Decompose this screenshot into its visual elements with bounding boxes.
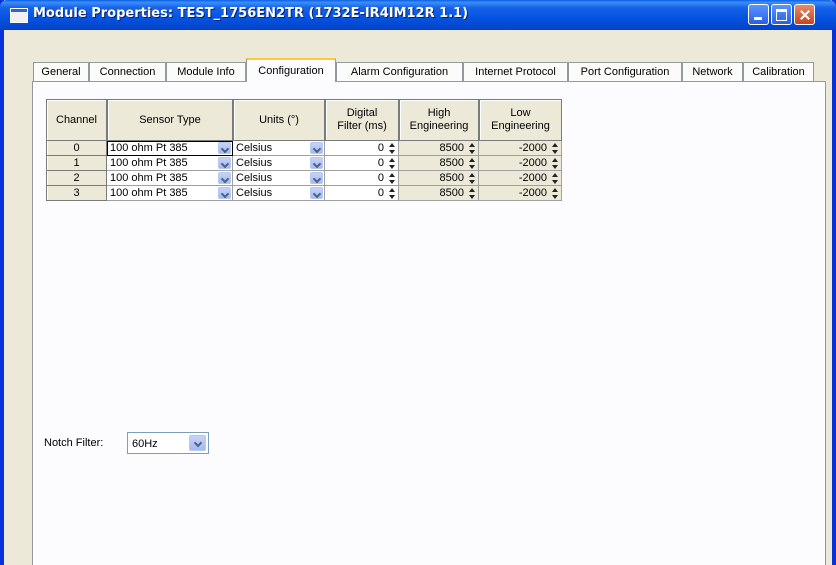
channel-cell: 0 bbox=[46, 141, 107, 156]
chevron-down-icon[interactable] bbox=[218, 172, 231, 184]
low-engineering-stepper[interactable]: -2000 bbox=[479, 171, 562, 186]
digital-filter-stepper[interactable]: 0 bbox=[325, 186, 399, 201]
header-units: Units (°) bbox=[233, 99, 325, 141]
header-sensor-type: Sensor Type bbox=[107, 99, 233, 141]
chevron-down-icon[interactable] bbox=[310, 172, 323, 184]
tab-calibration[interactable]: Calibration bbox=[743, 62, 814, 81]
chevron-down-icon[interactable] bbox=[218, 142, 231, 154]
spin-up-icon[interactable] bbox=[387, 142, 397, 148]
tab-connection[interactable]: Connection bbox=[89, 62, 166, 81]
tab-alarm-configuration[interactable]: Alarm Configuration bbox=[336, 62, 463, 81]
spinner-icon[interactable] bbox=[387, 157, 397, 170]
table-row: 3 100 ohm Pt 385 Celsius 0 8500 -2000 bbox=[46, 186, 562, 201]
window-title: Module Properties: TEST_1756EN2TR (1732E… bbox=[33, 6, 469, 21]
spin-down-icon[interactable] bbox=[550, 179, 560, 185]
spin-up-icon[interactable] bbox=[550, 142, 560, 148]
spinner-icon[interactable] bbox=[387, 172, 397, 185]
chevron-down-icon[interactable] bbox=[218, 187, 231, 199]
units-dropdown[interactable]: Celsius bbox=[233, 141, 325, 156]
spinner-icon[interactable] bbox=[550, 187, 560, 200]
tab-internet-protocol[interactable]: Internet Protocol bbox=[463, 62, 568, 81]
spin-down-icon[interactable] bbox=[387, 194, 397, 200]
spinner-icon[interactable] bbox=[467, 172, 477, 185]
sensor-type-dropdown[interactable]: 100 ohm Pt 385 bbox=[107, 156, 233, 171]
channel-cell: 2 bbox=[46, 171, 107, 186]
channel-cell: 3 bbox=[46, 186, 107, 201]
high-engineering-stepper[interactable]: 8500 bbox=[399, 171, 479, 186]
high-engineering-stepper[interactable]: 8500 bbox=[399, 156, 479, 171]
sensor-type-dropdown[interactable]: 100 ohm Pt 385 bbox=[107, 186, 233, 201]
close-button[interactable] bbox=[794, 4, 815, 25]
spin-down-icon[interactable] bbox=[550, 194, 560, 200]
tab-port-configuration[interactable]: Port Configuration bbox=[568, 62, 682, 81]
maximize-button[interactable] bbox=[771, 4, 792, 25]
digital-filter-stepper[interactable]: 0 bbox=[325, 171, 399, 186]
spinner-icon[interactable] bbox=[467, 142, 477, 155]
chevron-down-icon[interactable] bbox=[310, 157, 323, 169]
spin-up-icon[interactable] bbox=[467, 157, 477, 163]
spinner-icon[interactable] bbox=[387, 142, 397, 155]
notch-filter-label: Notch Filter: bbox=[44, 437, 104, 449]
spin-up-icon[interactable] bbox=[387, 157, 397, 163]
spin-down-icon[interactable] bbox=[467, 164, 477, 170]
chevron-down-icon[interactable] bbox=[189, 435, 206, 451]
tab-general[interactable]: General bbox=[33, 62, 89, 81]
spin-down-icon[interactable] bbox=[550, 149, 560, 155]
spin-up-icon[interactable] bbox=[467, 142, 477, 148]
tab-configuration[interactable]: Configuration bbox=[246, 58, 336, 82]
spin-up-icon[interactable] bbox=[550, 187, 560, 193]
spin-down-icon[interactable] bbox=[467, 194, 477, 200]
header-high-engineering: High Engineering bbox=[399, 99, 479, 141]
spin-down-icon[interactable] bbox=[467, 179, 477, 185]
chevron-down-icon[interactable] bbox=[310, 142, 323, 154]
spin-up-icon[interactable] bbox=[387, 187, 397, 193]
chevron-down-icon[interactable] bbox=[218, 157, 231, 169]
sensor-type-dropdown[interactable]: 100 ohm Pt 385 bbox=[107, 141, 233, 156]
table-row: 1 100 ohm Pt 385 Celsius 0 8500 -2000 bbox=[46, 156, 562, 171]
minimize-button[interactable] bbox=[748, 4, 769, 25]
header-digital-filter: Digital Filter (ms) bbox=[325, 99, 399, 141]
table-row: 2 100 ohm Pt 385 Celsius 0 8500 -2000 bbox=[46, 171, 562, 186]
units-dropdown[interactable]: Celsius bbox=[233, 156, 325, 171]
spinner-icon[interactable] bbox=[387, 187, 397, 200]
header-low-engineering: Low Engineering bbox=[479, 99, 562, 141]
sensor-type-dropdown[interactable]: 100 ohm Pt 385 bbox=[107, 171, 233, 186]
spin-down-icon[interactable] bbox=[387, 149, 397, 155]
header-channel: Channel bbox=[46, 99, 107, 141]
spin-up-icon[interactable] bbox=[467, 187, 477, 193]
spinner-icon[interactable] bbox=[467, 157, 477, 170]
spinner-icon[interactable] bbox=[550, 157, 560, 170]
chevron-down-icon[interactable] bbox=[310, 187, 323, 199]
spin-up-icon[interactable] bbox=[550, 157, 560, 163]
low-engineering-stepper[interactable]: -2000 bbox=[479, 186, 562, 201]
title-bar[interactable]: Module Properties: TEST_1756EN2TR (1732E… bbox=[0, 0, 836, 30]
high-engineering-stepper[interactable]: 8500 bbox=[399, 186, 479, 201]
digital-filter-stepper[interactable]: 0 bbox=[325, 141, 399, 156]
window-icon bbox=[10, 8, 28, 23]
high-engineering-stepper[interactable]: 8500 bbox=[399, 141, 479, 156]
low-engineering-stepper[interactable]: -2000 bbox=[479, 141, 562, 156]
notch-filter-dropdown[interactable]: 60Hz bbox=[127, 432, 209, 454]
spinner-icon[interactable] bbox=[550, 142, 560, 155]
spin-down-icon[interactable] bbox=[467, 149, 477, 155]
spin-down-icon[interactable] bbox=[387, 179, 397, 185]
spinner-icon[interactable] bbox=[467, 187, 477, 200]
notch-filter-value: 60Hz bbox=[132, 438, 158, 450]
units-dropdown[interactable]: Celsius bbox=[233, 186, 325, 201]
spinner-icon[interactable] bbox=[550, 172, 560, 185]
spin-up-icon[interactable] bbox=[467, 172, 477, 178]
low-engineering-stepper[interactable]: -2000 bbox=[479, 156, 562, 171]
spin-down-icon[interactable] bbox=[550, 164, 560, 170]
spin-down-icon[interactable] bbox=[387, 164, 397, 170]
digital-filter-stepper[interactable]: 0 bbox=[325, 156, 399, 171]
table-row: 0 100 ohm Pt 385 Celsius 0 8500 -2000 bbox=[46, 141, 562, 156]
channel-cell: 1 bbox=[46, 156, 107, 171]
tab-module-info[interactable]: Module Info bbox=[166, 62, 246, 81]
spin-up-icon[interactable] bbox=[550, 172, 560, 178]
tab-network[interactable]: Network bbox=[682, 62, 743, 81]
module-properties-window: Module Properties: TEST_1756EN2TR (1732E… bbox=[0, 0, 836, 565]
spin-up-icon[interactable] bbox=[387, 172, 397, 178]
units-dropdown[interactable]: Celsius bbox=[233, 171, 325, 186]
